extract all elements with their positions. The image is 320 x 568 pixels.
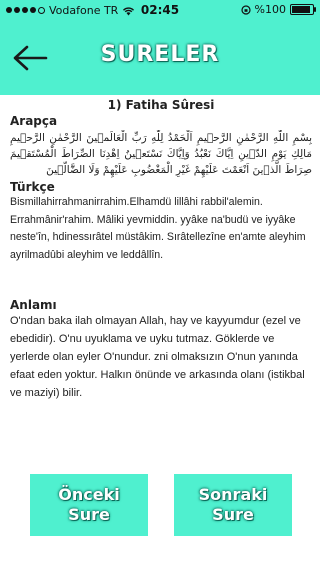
status-right: %100 <box>240 3 316 16</box>
next-sure-button[interactable]: Sonraki Sure <box>174 474 292 536</box>
turkish-text: Bismillahirrahmanirrahim.Elhamdü lillâhi… <box>10 196 306 261</box>
status-bar: Vodafone TR 02:45 %100 <box>0 0 320 20</box>
battery-percent: %100 <box>254 3 286 16</box>
nav-bar: SURELER <box>0 20 320 95</box>
previous-button-line2: Sure <box>68 505 110 524</box>
orientation-lock-icon <box>240 4 251 15</box>
meaning-label: Anlamı <box>10 298 57 312</box>
next-button-line1: Sonraki <box>198 485 268 504</box>
sure-content: 1) Fatiha Sûresi Arapça بِسْمِ اللّٰهِ ا… <box>10 96 312 402</box>
page-title: SURELER <box>100 42 220 67</box>
turkish-label: Türkçe <box>10 180 55 194</box>
meaning-text: O'ndan baka ilah olmayan Allah, hay ve k… <box>10 315 305 399</box>
sure-title: 1) Fatiha Sûresi <box>107 98 215 112</box>
previous-button-line1: Önceki <box>58 485 120 504</box>
arabic-text: بِسْمِ اللّٰهِ الرَّحْمٰنِ الرَّح۪يمِ اَ… <box>10 132 312 176</box>
arabic-label: Arapça <box>10 114 58 128</box>
previous-sure-button[interactable]: Önceki Sure <box>30 474 148 536</box>
battery-icon <box>290 4 316 15</box>
next-button-line2: Sure <box>212 505 254 524</box>
